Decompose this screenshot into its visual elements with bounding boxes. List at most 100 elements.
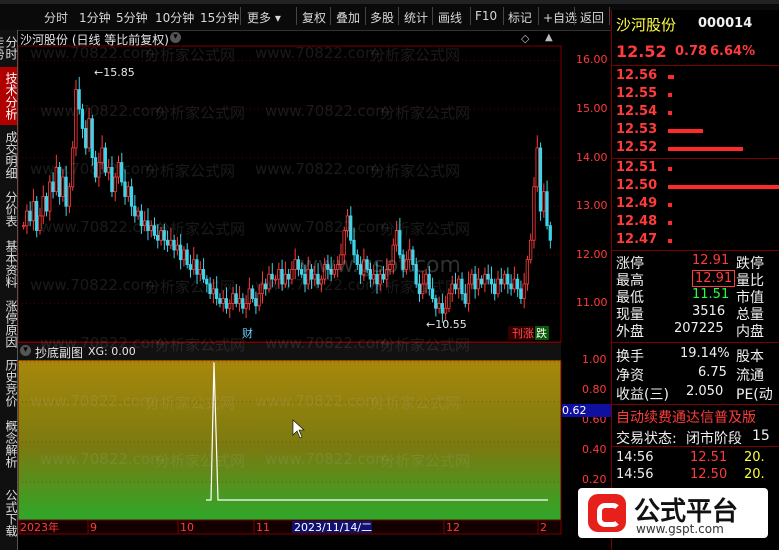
candle-body xyxy=(80,108,85,129)
ask-volume-bar xyxy=(668,75,674,79)
candle-body xyxy=(443,307,448,314)
candle-body xyxy=(77,89,81,110)
toolbar-item-11[interactable]: F10 xyxy=(475,9,497,23)
candle-body xyxy=(142,220,147,227)
toolbar-separator xyxy=(432,7,433,25)
left-tab-2[interactable]: 成交明细 xyxy=(0,127,18,182)
candle-body xyxy=(247,288,251,304)
candle-body xyxy=(349,215,353,241)
left-tab-3[interactable]: 分价表 xyxy=(0,185,18,233)
toolbar-item-5[interactable]: 更多 ▾ xyxy=(247,9,281,26)
price-tick: 14.00 xyxy=(576,150,608,164)
collapse-icon[interactable]: ▾ xyxy=(170,32,181,43)
toolbar-item-6[interactable]: 复权 xyxy=(302,9,326,26)
stat2-value: 2.050 xyxy=(686,384,724,399)
toolbar-item-13[interactable]: +自选 xyxy=(543,9,577,26)
candle-body xyxy=(283,273,287,285)
left-tab-5[interactable]: 涨停原因 xyxy=(0,295,18,353)
toolbar-item-1[interactable]: 1分钟 xyxy=(79,9,111,26)
candle-body xyxy=(538,147,543,212)
candle-body xyxy=(391,244,395,265)
toolbar-item-12[interactable]: 标记 xyxy=(508,9,532,26)
chart-up-icon[interactable]: ▲ xyxy=(545,32,553,43)
stat2-label: 收益(三) xyxy=(616,387,669,403)
left-tab-8[interactable]: 公式下载 xyxy=(0,478,18,548)
toolbar-item-2[interactable]: 5分钟 xyxy=(116,9,148,26)
toolbar-item-4[interactable]: 15分钟 xyxy=(200,9,239,26)
sub-chart-header: ▾ 抄底副图 XG: 0.00 xyxy=(18,342,561,360)
sub-tick: 0.80 xyxy=(582,383,607,396)
tick-price: 12.50 xyxy=(690,467,728,482)
left-tab-0[interactable]: 分时走势 xyxy=(0,30,18,65)
candle-body xyxy=(277,269,281,280)
chart-settings-icon[interactable]: ◇ xyxy=(521,32,529,45)
status-value: 闭市阶段 xyxy=(686,431,742,447)
candle-body xyxy=(21,225,26,228)
bid-price: 12.48 xyxy=(616,214,658,229)
candle-body xyxy=(460,278,464,295)
chart-title: 沙河股份 (日线 等比前复权) xyxy=(20,33,169,47)
divider xyxy=(612,250,779,251)
low-price-label: ←10.55 xyxy=(426,318,467,331)
candle-body xyxy=(51,181,55,193)
toolbar-item-9[interactable]: 统计 xyxy=(404,9,428,26)
candle-body xyxy=(113,176,117,193)
candle-body xyxy=(450,283,454,295)
candle-body xyxy=(214,288,219,299)
sub-chart-value: XG: 0.00 xyxy=(88,345,136,358)
left-tab-1[interactable]: 技术分析 xyxy=(0,67,18,125)
toolbar-item-14[interactable]: 返回 xyxy=(580,9,604,26)
candle-body xyxy=(290,269,294,280)
candle-body xyxy=(38,215,42,231)
candle-body xyxy=(358,264,363,275)
divider xyxy=(612,65,779,66)
candle-body xyxy=(411,249,415,265)
tick-price: 12.51 xyxy=(690,450,728,465)
candle-body xyxy=(136,210,140,217)
bid-price: 12.50 xyxy=(616,178,658,193)
price-tick: 11.00 xyxy=(576,296,608,310)
left-tab-6[interactable]: 历史竞价 xyxy=(0,355,18,410)
candle-body xyxy=(447,293,451,309)
toolbar-separator xyxy=(330,7,331,25)
stat-value: 12.91 xyxy=(692,253,730,268)
stat-label: 外盘 xyxy=(616,324,644,340)
candle-body xyxy=(309,269,314,280)
sub-collapse-icon[interactable]: ▾ xyxy=(20,345,31,356)
concept-ticker[interactable]: 自动续费通达信普及版 xyxy=(616,407,756,427)
candle-body xyxy=(388,264,392,270)
candle-body xyxy=(407,249,412,261)
stat2-label-2: PE(动 xyxy=(736,387,773,403)
candle-body xyxy=(185,249,189,265)
candle-body xyxy=(64,176,68,207)
left-tab-4[interactable]: 基本资料 xyxy=(0,235,18,293)
toolbar-item-0[interactable]: 分时 xyxy=(44,9,68,26)
toolbar-item-10[interactable]: 画线 xyxy=(438,9,462,26)
candle-body xyxy=(545,191,549,227)
candle-body xyxy=(263,283,268,290)
bid-volume-bar xyxy=(668,203,672,207)
stock-name: 沙河股份 xyxy=(616,16,677,34)
candle-body xyxy=(385,269,389,280)
toolbar-separator xyxy=(609,7,610,25)
candle-body xyxy=(342,230,346,256)
toolbar-item-8[interactable]: 多股 xyxy=(370,9,394,26)
stat2-label: 净资 xyxy=(616,368,644,384)
candle-body xyxy=(34,200,39,231)
toolbar-item-7[interactable]: 叠加 xyxy=(336,9,360,26)
candle-body xyxy=(486,273,490,280)
ask-price: 12.54 xyxy=(616,104,658,119)
sub-chart-area xyxy=(18,359,562,521)
candle-body xyxy=(70,147,75,188)
candle-body xyxy=(296,259,300,270)
candle-body xyxy=(375,273,379,285)
toolbar-separator xyxy=(398,7,399,25)
kline-chart[interactable]: ←15.85 ←10.55 财 刊涨 跌 2023年 9 10 11 12 2 2023/11/14/… xyxy=(18,30,562,550)
candle-body xyxy=(421,283,425,295)
candle-body xyxy=(54,166,58,193)
candle-body xyxy=(175,244,179,251)
left-tab-7[interactable]: 概念解析 xyxy=(0,412,18,476)
stock-code: 000014 xyxy=(698,16,753,31)
toolbar-item-3[interactable]: 10分钟 xyxy=(155,9,194,26)
candles-group xyxy=(21,76,552,323)
